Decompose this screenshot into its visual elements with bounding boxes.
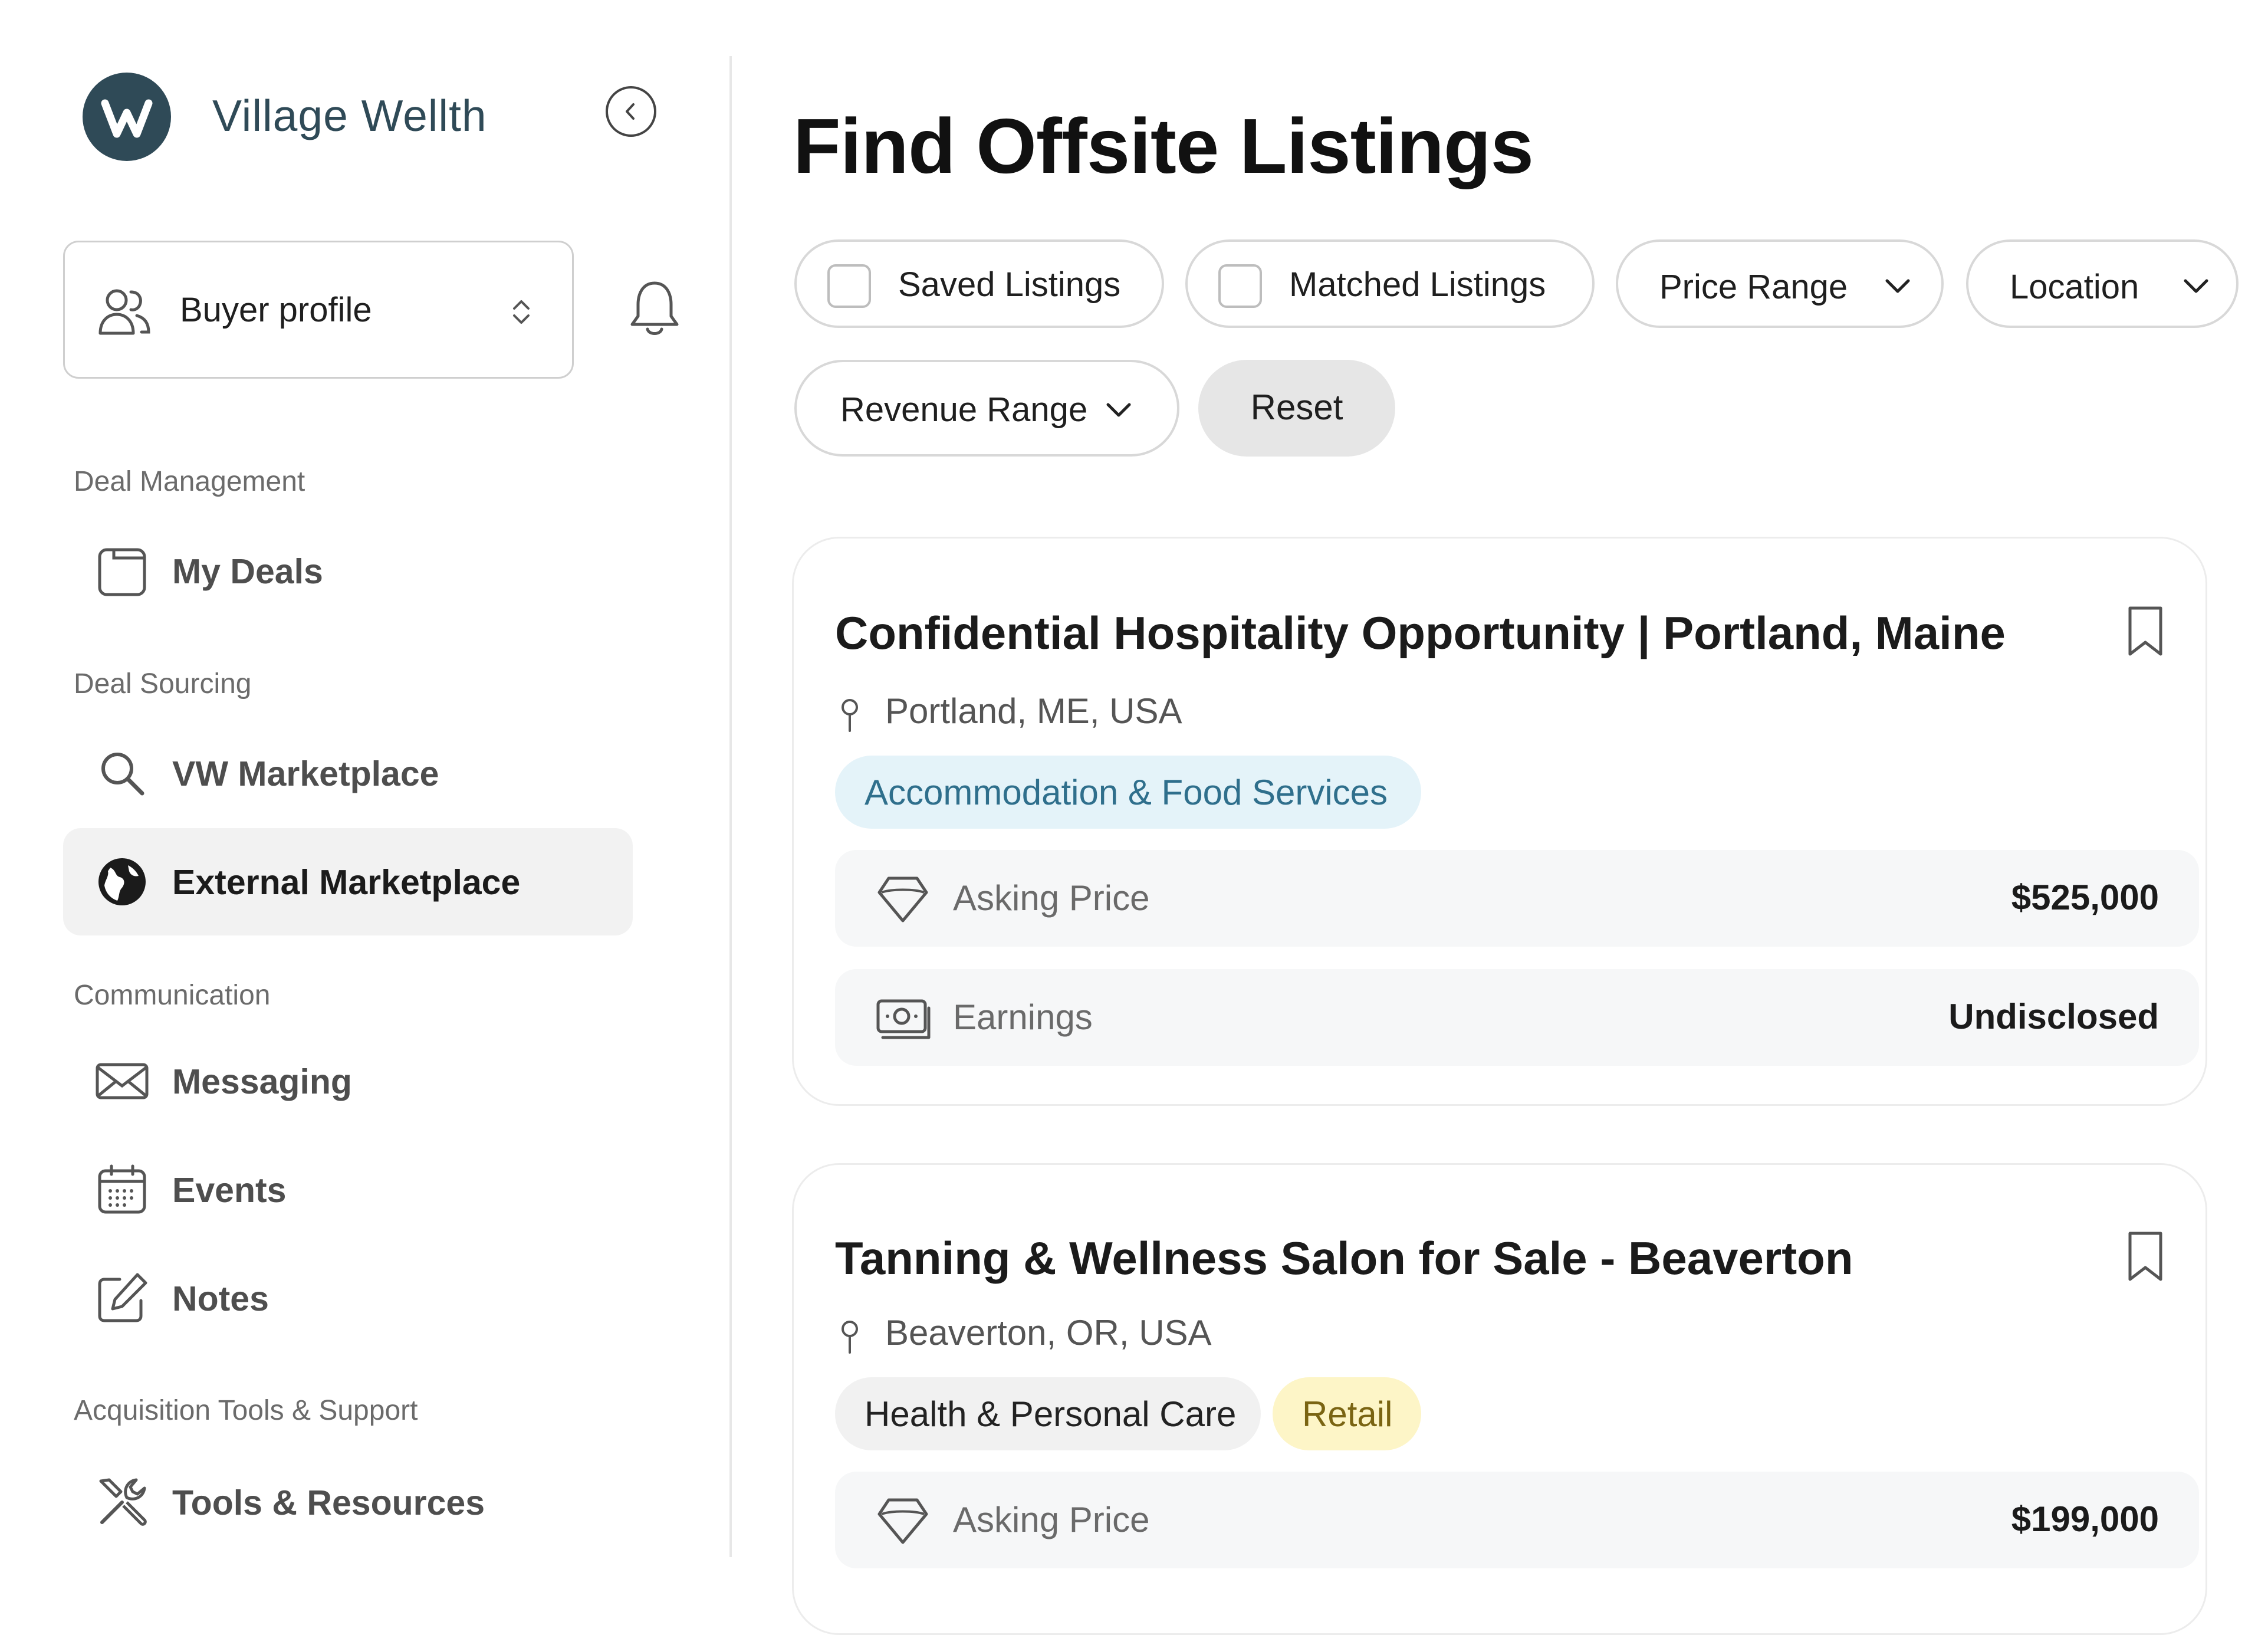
metric-earnings: Earnings Undisclosed [835,969,2199,1066]
metric-asking-price: Asking Price $525,000 [835,850,2199,947]
folder-icon [98,548,146,596]
listing-card[interactable]: Confidential Hospitality Opportunity | P… [792,537,2207,1106]
map-pin-icon [842,1321,858,1354]
metric-asking-price: Asking Price $199,000 [835,1472,2199,1568]
bell-icon [630,281,679,335]
reset-filters-button[interactable]: Reset [1198,360,1395,457]
metric-value: $525,000 [2011,878,2159,917]
sidebar-item-vw-marketplace[interactable]: VW Marketplace [63,720,633,827]
sidebar-item-label: VW Marketplace [172,754,439,793]
sidebar-item-label: External Marketplace [172,863,521,902]
metric-label: Asking Price [953,1500,1150,1539]
listing-title[interactable]: Confidential Hospitality Opportunity | P… [835,605,2006,661]
sidebar-item-my-deals[interactable]: My Deals [63,517,633,625]
bookmark-icon[interactable] [2122,1229,2169,1285]
saved-listings-filter[interactable]: Saved Listings [794,239,1164,328]
section-label-communication: Communication [74,980,271,1011]
location-label: Location [2010,268,2139,306]
main-content: Find Offsite Listings Saved Listings Mat… [731,0,2268,1635]
chevron-up-down-icon [513,300,530,324]
chevron-down-icon [2184,279,2208,293]
envelope-icon [96,1063,149,1099]
notifications-button[interactable] [626,277,683,345]
calendar-icon [98,1164,146,1214]
globe-icon [98,858,146,905]
sidebar-item-external-marketplace[interactable]: External Marketplace [63,828,633,935]
collapse-sidebar-button[interactable] [606,86,656,137]
profile-selector-label: Buyer profile [180,291,372,329]
sidebar-item-label: Tools & Resources [172,1483,485,1522]
money-icon [876,999,931,1039]
category-tag: Retail [1273,1377,1421,1450]
diamond-icon [877,1498,928,1544]
category-tag-label: Retail [1302,1394,1393,1434]
map-pin-icon [842,699,858,732]
matched-listings-checkbox[interactable] [1218,264,1262,308]
chevron-down-icon [1106,403,1131,417]
listing-location-text: Beaverton, OR, USA [885,1313,1212,1352]
saved-listings-checkbox[interactable] [827,264,871,308]
sidebar-item-label: Messaging [172,1062,352,1101]
sidebar-item-messaging[interactable]: Messaging [63,1027,633,1135]
chevron-down-icon [1885,279,1910,293]
saved-listings-label: Saved Listings [898,265,1121,304]
price-range-dropdown[interactable]: Price Range [1616,239,1944,328]
listing-location-text: Portland, ME, USA [885,691,1182,731]
category-tag-label: Health & Personal Care [865,1394,1237,1434]
chevron-left-icon [626,103,635,120]
metric-label: Earnings [953,997,1093,1037]
sidebar-item-label: Notes [172,1279,269,1318]
tools-icon [99,1478,147,1526]
location-dropdown[interactable]: Location [1966,239,2239,328]
revenue-range-label: Revenue Range [840,390,1088,429]
users-icon [98,289,150,335]
sidebar-item-label: My Deals [172,552,323,591]
category-tag: Health & Personal Care [835,1377,1261,1450]
profile-selector[interactable]: Buyer profile [63,241,574,379]
brand-name: Village Wellth [212,91,487,140]
sidebar-item-events[interactable]: Events [63,1136,633,1243]
price-range-label: Price Range [1659,268,1848,306]
section-label-acquisition-tools: Acquisition Tools & Support [74,1395,418,1426]
sidebar: Village Wellth Buyer profile Deal Manage… [0,0,731,1557]
metric-value: Undisclosed [1948,997,2159,1036]
brand-logo[interactable] [83,73,171,161]
metric-value: $199,000 [2011,1499,2159,1539]
matched-listings-label: Matched Listings [1289,265,1546,304]
reset-label: Reset [1250,388,1343,427]
category-tag-label: Accommodation & Food Services [865,773,1388,812]
sidebar-item-notes[interactable]: Notes [63,1245,633,1352]
listing-card[interactable]: Tanning & Wellness Salon for Sale - Beav… [792,1163,2207,1635]
metric-label: Asking Price [953,878,1150,918]
vw-logo-icon [101,99,153,138]
bookmark-icon[interactable] [2122,603,2169,660]
category-tag: Accommodation & Food Services [835,756,1421,829]
section-label-deal-sourcing: Deal Sourcing [74,668,252,700]
pencil-square-icon [98,1273,147,1322]
revenue-range-dropdown[interactable]: Revenue Range [794,360,1179,457]
search-icon [101,753,144,796]
sidebar-item-tools-resources[interactable]: Tools & Resources [63,1449,633,1556]
sidebar-item-label: Events [172,1171,287,1210]
section-label-deal-management: Deal Management [74,466,305,497]
diamond-icon [877,876,928,922]
listing-title[interactable]: Tanning & Wellness Salon for Sale - Beav… [835,1230,1853,1286]
page-title: Find Offsite Listings [793,103,1534,189]
matched-listings-filter[interactable]: Matched Listings [1185,239,1595,328]
